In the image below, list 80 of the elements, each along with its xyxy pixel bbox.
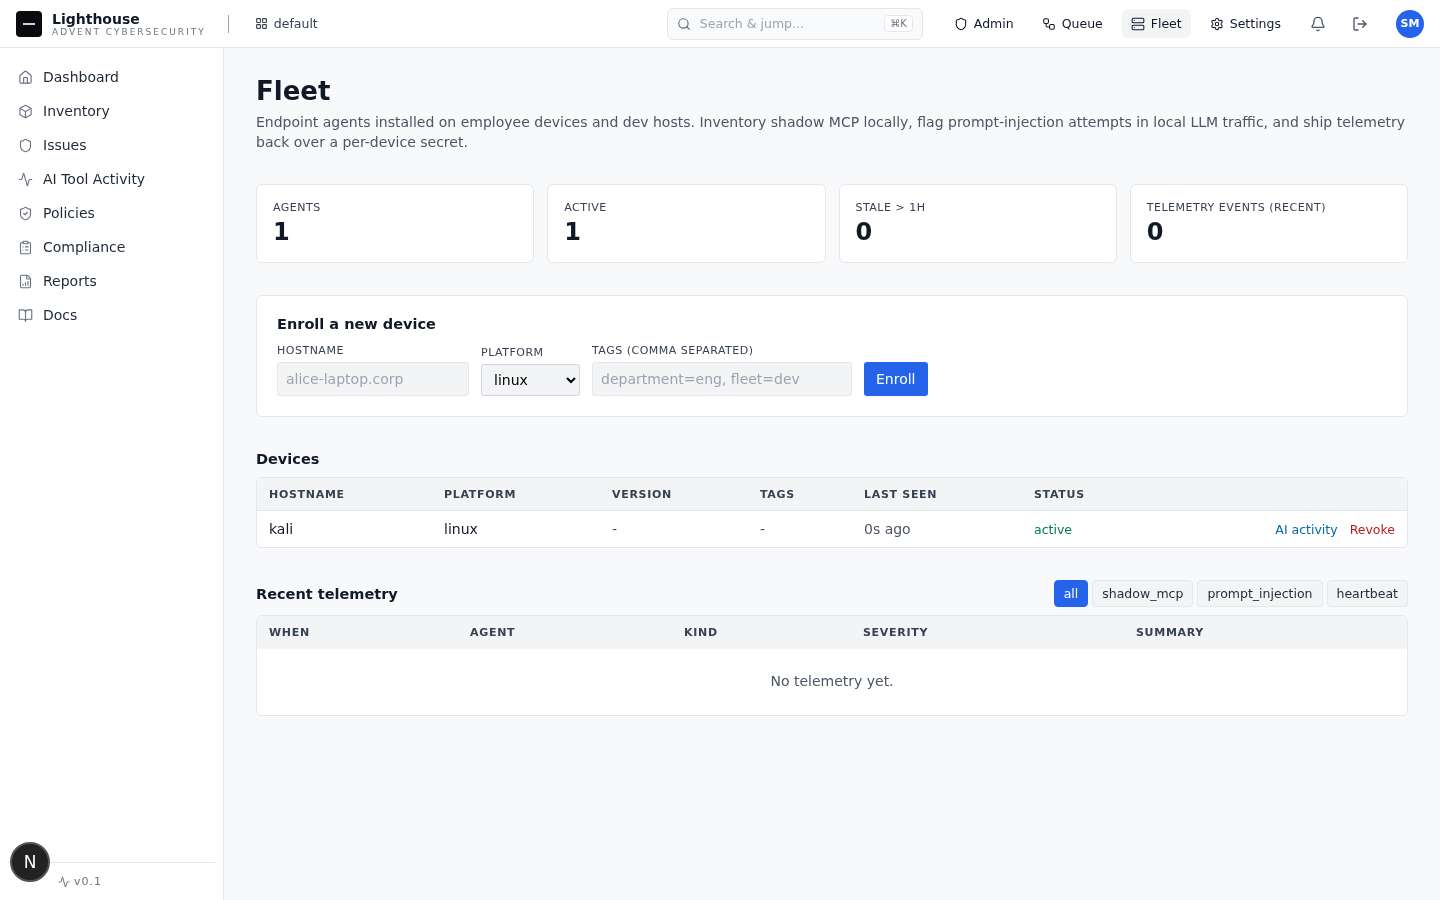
platform-select[interactable]: linux [481,364,580,396]
shield-icon [953,16,968,31]
column-header: SEVERITY [863,626,930,639]
table-cell-text: - [612,521,619,537]
section-title: Enroll a new device [277,316,437,332]
sidebar-item[interactable]: Docs [8,298,215,332]
nodes-icon [1041,16,1056,31]
row-action-link[interactable]: Revoke [1349,521,1395,537]
field-label: HOSTNAME [277,344,345,357]
stat-value: 0 [1146,218,1165,246]
section-title: Devices [256,451,320,467]
home-icon [18,69,33,85]
nav-button[interactable]: Admin [944,9,1023,38]
workspace-switcher[interactable]: default [250,12,322,35]
book-icon [18,307,33,323]
pulse-icon [18,171,33,187]
shield-check-icon [18,205,33,221]
filter-chip[interactable]: heartbeat [1326,580,1408,607]
row-action-link[interactable]: AI activity [1275,521,1338,537]
nav-button[interactable]: Fleet [1121,9,1191,38]
column-header: HOSTNAME [269,487,346,501]
column-header: LAST SEEN [864,487,939,501]
version-label: v0.1 [74,875,102,888]
column-header: VERSION [612,487,673,501]
nav-button[interactable]: Queue [1032,9,1112,38]
column-header: PLATFORM [444,487,518,501]
search-icon [676,16,691,31]
page-description: Endpoint agents installed on employee devices and dev hosts. Inventory shadow MCP locally, flag prompt-injection attempts in local LLM traffic, and ship telemetry back over a per-device secret. [256,113,1407,152]
company-logo [16,10,42,37]
filter-chip[interactable]: all [1053,580,1089,607]
column-header: STATUS [1034,487,1086,501]
sidebar-item[interactable]: Issues [8,128,215,162]
box-icon [18,103,33,119]
stat-value: 1 [564,218,582,246]
page-title: Fleet [256,76,332,106]
table-cell-text: - [760,521,767,537]
sidebar-item[interactable]: Compliance [8,230,215,264]
column-header: WHEN [269,626,311,639]
stat-label: TELEMETRY EVENTS (RECENT) [1146,201,1327,214]
sidebar-item[interactable]: Inventory [8,94,215,128]
settings-icon [1209,16,1224,31]
dev-tools-button[interactable]: N [10,842,50,882]
column-header: TAGS [760,487,796,501]
report-icon [18,273,33,289]
sidebar-item[interactable]: AI Tool Activity [8,162,215,196]
table-cell-text: kali [269,521,295,537]
company-tagline: ADVENT CYBERSECURITY [52,26,206,37]
filter-chip[interactable]: prompt_injection [1197,580,1323,607]
server-icon [1130,16,1145,31]
bell-icon [1310,15,1326,32]
user-avatar[interactable]: SM [1396,9,1424,38]
field-label: TAGS (COMMA SEPARATED) [592,344,755,357]
grid-icon [254,17,268,30]
table-cell-text: 0s ago [864,521,912,537]
nav-button[interactable]: Settings [1200,9,1290,38]
stat-value: 1 [273,218,291,246]
column-header: SUMMARY [1136,626,1205,639]
sidebar-item[interactable]: Policies [8,196,215,230]
empty-message: No telemetry yet. [770,673,894,689]
table-cell-text: linux [444,521,479,537]
app-name: Lighthouse [52,10,141,27]
shield-icon [18,137,33,153]
pulse-icon [58,875,70,888]
tags-field[interactable]: department=eng, fleet=dev [592,362,852,396]
hostname-field[interactable]: alice-laptop.corp [277,362,469,396]
column-header: KIND [684,626,719,639]
stat-label: STALE > 1H [855,201,927,214]
column-header: AGENT [470,626,517,639]
stat-label: ACTIVE [564,201,608,214]
sidebar-item[interactable]: Reports [8,264,215,298]
sidebar-item[interactable]: Dashboard [8,60,215,94]
section-title: Recent telemetry [256,585,398,602]
status-label: active [1034,521,1073,537]
field-label: PLATFORM [481,346,545,359]
enroll-button[interactable]: Enroll [864,362,928,396]
filter-chip[interactable]: shadow_mcp [1092,580,1194,607]
clipboard-icon [18,239,33,255]
stat-label: AGENTS [273,201,322,214]
stat-value: 0 [855,218,874,246]
logout-icon [1352,15,1368,32]
